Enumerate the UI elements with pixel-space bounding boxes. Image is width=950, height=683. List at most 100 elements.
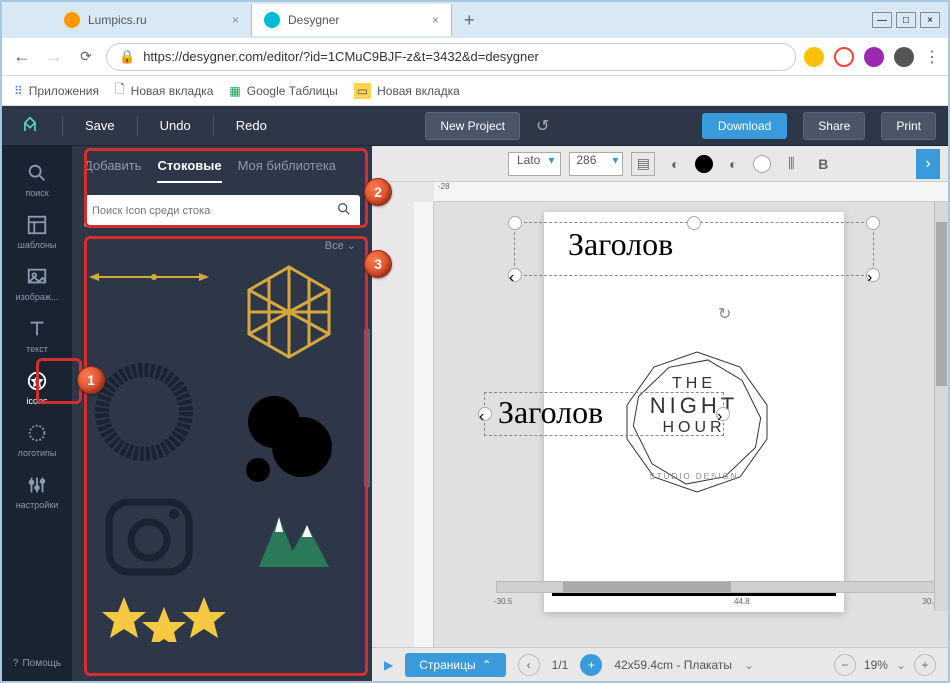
resize-handle[interactable]: › (866, 268, 880, 282)
canvas-scrollbar-h[interactable] (496, 581, 940, 593)
sidebar-item-icons[interactable]: icons (2, 362, 72, 414)
resize-handle[interactable]: ‹ (508, 268, 522, 282)
tab-add[interactable]: Добавить (84, 158, 141, 183)
heading-text[interactable]: Заголов (498, 394, 603, 431)
text-toolbar: Lato 286 ▤ ◐ ◐ ⫼ B › (372, 146, 948, 182)
extension-icon[interactable] (834, 47, 854, 67)
add-page-button[interactable]: + (580, 654, 602, 676)
blob-icon[interactable] (246, 396, 332, 482)
font-select[interactable]: Lato (508, 152, 561, 176)
arrow-decoration-icon[interactable] (89, 273, 209, 281)
document-size: 42x59.4cm - Плакаты (614, 658, 732, 672)
tab-library[interactable]: Моя библиотека (238, 158, 336, 183)
sidebar-item-templates[interactable]: шаблоны (2, 206, 72, 258)
align-icon[interactable]: ▤ (631, 152, 655, 176)
resize-handle[interactable]: › (716, 407, 730, 421)
contrast-icon[interactable]: ◐ (721, 152, 745, 176)
panel-scrollbar[interactable] (364, 328, 370, 488)
color-white[interactable] (753, 155, 771, 173)
sheets-icon: ▦ (229, 84, 240, 98)
sidebar: поиск шаблоны изображ... текст icons (2, 146, 72, 681)
sidebar-label: изображ... (16, 292, 59, 302)
avatar-icon[interactable] (894, 47, 914, 67)
stars-icon[interactable] (102, 597, 226, 642)
close-icon[interactable]: × (232, 13, 239, 27)
new-project-button[interactable]: New Project (425, 112, 520, 140)
camera-icon[interactable] (109, 502, 189, 572)
resize-handle[interactable]: ‹ (478, 407, 492, 421)
contrast-icon[interactable]: ◐ (663, 152, 687, 176)
icons-grid (72, 258, 372, 681)
prev-page-button[interactable]: ‹ (518, 654, 540, 676)
undo-button[interactable]: Undo (154, 114, 197, 137)
pages-button[interactable]: Страницы ⌃ (405, 653, 505, 677)
print-button[interactable]: Print (881, 112, 936, 140)
ruler-bottom: -30.5 44.8 30.5 (494, 597, 948, 613)
history-icon[interactable]: ↺ (536, 116, 549, 136)
extension-icon[interactable] (864, 47, 884, 67)
download-button[interactable]: Download (702, 113, 787, 139)
sidebar-item-logos[interactable]: логотипы (2, 414, 72, 466)
chevron-down-icon[interactable]: ⌄ (744, 658, 754, 672)
sidebar-item-settings[interactable]: настройки (2, 466, 72, 518)
canvas[interactable]: ‹ › Заголов ↻ (434, 202, 948, 647)
forward-button[interactable]: → (42, 46, 66, 67)
extension-icon[interactable] (804, 47, 824, 67)
color-black[interactable] (695, 155, 713, 173)
icon-search-input[interactable] (92, 205, 336, 217)
new-tab-button[interactable]: + (452, 10, 487, 31)
ruler-horizontal: -28 (434, 182, 948, 202)
minimize-button[interactable]: — (872, 12, 892, 28)
page-icon: ▭ (354, 83, 371, 99)
filter-all-dropdown[interactable]: Все ⌄ (325, 239, 356, 252)
callout-badge: 3 (364, 250, 392, 278)
rotate-handle[interactable]: ↻ (718, 304, 731, 324)
spacing-icon[interactable]: ⫼ (779, 152, 803, 176)
save-button[interactable]: Save (79, 114, 121, 137)
sidebar-item-search[interactable]: поиск (2, 154, 72, 206)
favicon-icon (264, 12, 280, 28)
panel-tabs: Добавить Стоковые Моя библиотека (72, 146, 372, 183)
back-button[interactable]: ← (10, 46, 34, 67)
bookmark-item[interactable]: ▦Google Таблицы (229, 84, 337, 98)
url-input[interactable]: 🔒 https://desygner.com/editor/?id=1CMuC9… (106, 43, 796, 71)
sidebar-item-text[interactable]: текст (2, 310, 72, 362)
zoom-in-button[interactable]: + (914, 654, 936, 676)
search-icon[interactable] (336, 201, 352, 222)
canvas-scrollbar-v[interactable] (934, 202, 948, 611)
desygner-logo[interactable] (14, 110, 46, 142)
chevron-down-icon[interactable]: ⌄ (896, 658, 906, 672)
redo-button[interactable]: Redo (230, 114, 273, 137)
browser-tab[interactable]: Lumpics.ru × (52, 4, 252, 36)
apps-button[interactable]: ⠿Приложения (14, 84, 99, 98)
font-size-select[interactable]: 286 (569, 152, 623, 176)
close-icon[interactable]: × (432, 13, 439, 27)
callout-badge: 1 (77, 366, 105, 394)
heading-text[interactable]: Заголов (568, 226, 673, 263)
resize-handle[interactable] (866, 216, 880, 230)
poster-subtitle[interactable]: STUDIO DESIGN (544, 472, 844, 481)
close-window-button[interactable]: × (920, 12, 940, 28)
browser-tab[interactable]: Desygner × (252, 4, 452, 36)
bold-icon[interactable]: B (811, 152, 835, 176)
maximize-button[interactable]: □ (896, 12, 916, 28)
sidebar-item-images[interactable]: изображ... (2, 258, 72, 310)
share-button[interactable]: Share (803, 112, 865, 140)
collapse-panel-icon[interactable]: ▶ (384, 658, 393, 672)
resize-handle[interactable] (687, 216, 701, 230)
apps-icon: ⠿ (14, 84, 23, 98)
toolbar-next-button[interactable]: › (916, 149, 940, 179)
resize-handle[interactable] (508, 216, 522, 230)
sidebar-label: поиск (25, 188, 48, 198)
reload-button[interactable]: ⟳ (74, 48, 98, 65)
bookmark-item[interactable]: ▭Новая вкладка (354, 83, 460, 99)
badge-circle-icon[interactable] (102, 370, 186, 454)
menu-icon[interactable]: ⋮ (924, 47, 940, 67)
bookmark-item[interactable]: 🗋Новая вкладка (115, 80, 213, 101)
help-button[interactable]: ? Помощь (13, 646, 61, 681)
tab-stock[interactable]: Стоковые (157, 158, 221, 183)
page[interactable]: ‹ › Заголов ↻ (544, 212, 844, 612)
hexagon-pattern-icon[interactable] (249, 267, 329, 357)
zoom-out-button[interactable]: − (834, 654, 856, 676)
mountains-icon[interactable] (259, 517, 329, 567)
